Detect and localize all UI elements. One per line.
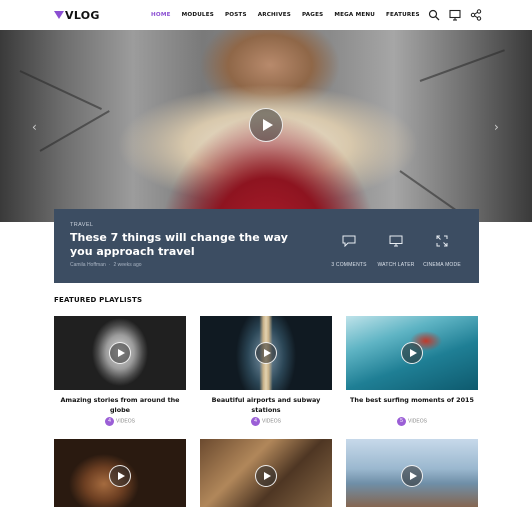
monitor-icon: [389, 235, 403, 247]
video-count-badge: 4: [105, 417, 115, 426]
hero-play-button[interactable]: [249, 108, 283, 142]
playlist-thumbnail[interactable]: [54, 439, 186, 507]
playlist-thumbnail[interactable]: [200, 439, 332, 507]
video-count-badge: 5: [397, 417, 407, 426]
post-title[interactable]: These 7 things will change the way you a…: [70, 231, 310, 259]
slider-prev-arrow[interactable]: ‹: [32, 120, 37, 134]
site-logo[interactable]: VLOG: [54, 8, 100, 22]
post-date: 2 weeks ago: [113, 262, 142, 268]
post-category[interactable]: TRAVEL: [70, 222, 93, 228]
watch-later-button[interactable]: WATCH LATER: [376, 235, 416, 271]
main-nav: HOME MODULES POSTS ARCHIVES PAGES MEGA M…: [151, 12, 431, 18]
top-navigation-bar: VLOG HOME MODULES POSTS ARCHIVES PAGES M…: [0, 0, 532, 30]
video-count-label: VIDEOS: [408, 418, 427, 425]
playlist-title[interactable]: Beautiful airports and subway stations: [200, 395, 332, 415]
post-meta: Camila Hoffman · 2 weeks ago: [70, 262, 142, 268]
comments-button[interactable]: 3 COMMENTS: [329, 235, 369, 271]
comment-icon: [342, 235, 356, 247]
playlist-video-count: 4 VIDEOS: [200, 417, 332, 426]
play-icon[interactable]: [255, 465, 277, 487]
monitor-icon[interactable]: [449, 9, 461, 21]
nav-item-mega-menu[interactable]: MEGA MENU: [334, 12, 375, 18]
share-icon[interactable]: [470, 9, 482, 21]
search-icon[interactable]: [428, 9, 440, 21]
playlist-title[interactable]: The best surfing moments of 2015: [346, 395, 478, 405]
nav-item-modules[interactable]: MODULES: [182, 12, 214, 18]
slider-next-arrow[interactable]: ›: [494, 120, 499, 134]
playlist-thumbnail[interactable]: [346, 316, 478, 390]
playlist-title[interactable]: Amazing stories from around the globe: [54, 395, 186, 415]
nav-item-posts[interactable]: POSTS: [225, 12, 247, 18]
logo-triangle-icon: [54, 11, 64, 19]
expand-icon: [436, 235, 448, 247]
hero-decoration: [419, 49, 505, 82]
play-icon[interactable]: [109, 465, 131, 487]
nav-item-archives[interactable]: ARCHIVES: [258, 12, 291, 18]
hero-decoration: [39, 110, 110, 152]
hero-decoration: [19, 70, 102, 110]
play-icon[interactable]: [401, 465, 423, 487]
logo-text: VLOG: [65, 8, 100, 22]
cinema-mode-button[interactable]: CINEMA MODE: [422, 235, 462, 271]
video-count-label: VIDEOS: [116, 418, 135, 425]
hero-video-slide[interactable]: ‹ ›: [0, 30, 532, 222]
playlist-thumbnail[interactable]: [54, 316, 186, 390]
nav-item-home[interactable]: HOME: [151, 12, 171, 18]
watch-later-label: WATCH LATER: [377, 262, 415, 268]
cinema-mode-label: CINEMA MODE: [423, 262, 461, 268]
video-count-label: VIDEOS: [262, 418, 281, 425]
post-author[interactable]: Camila Hoffman: [70, 262, 106, 268]
play-icon[interactable]: [255, 342, 277, 364]
play-icon[interactable]: [109, 342, 131, 364]
nav-item-features[interactable]: FEATURES: [386, 12, 420, 18]
video-count-badge: 4: [251, 417, 261, 426]
playlist-thumbnail[interactable]: [346, 439, 478, 507]
play-icon[interactable]: [401, 342, 423, 364]
comments-label: 3 COMMENTS: [331, 262, 367, 268]
playlist-video-count: 4 VIDEOS: [54, 417, 186, 426]
nav-item-pages[interactable]: PAGES: [302, 12, 323, 18]
section-title-featured-playlists: FEATURED PLAYLISTS: [54, 296, 143, 304]
featured-post-card: TRAVEL These 7 things will change the wa…: [54, 209, 479, 283]
playlist-video-count: 5 VIDEOS: [346, 417, 478, 426]
playlist-thumbnail[interactable]: [200, 316, 332, 390]
